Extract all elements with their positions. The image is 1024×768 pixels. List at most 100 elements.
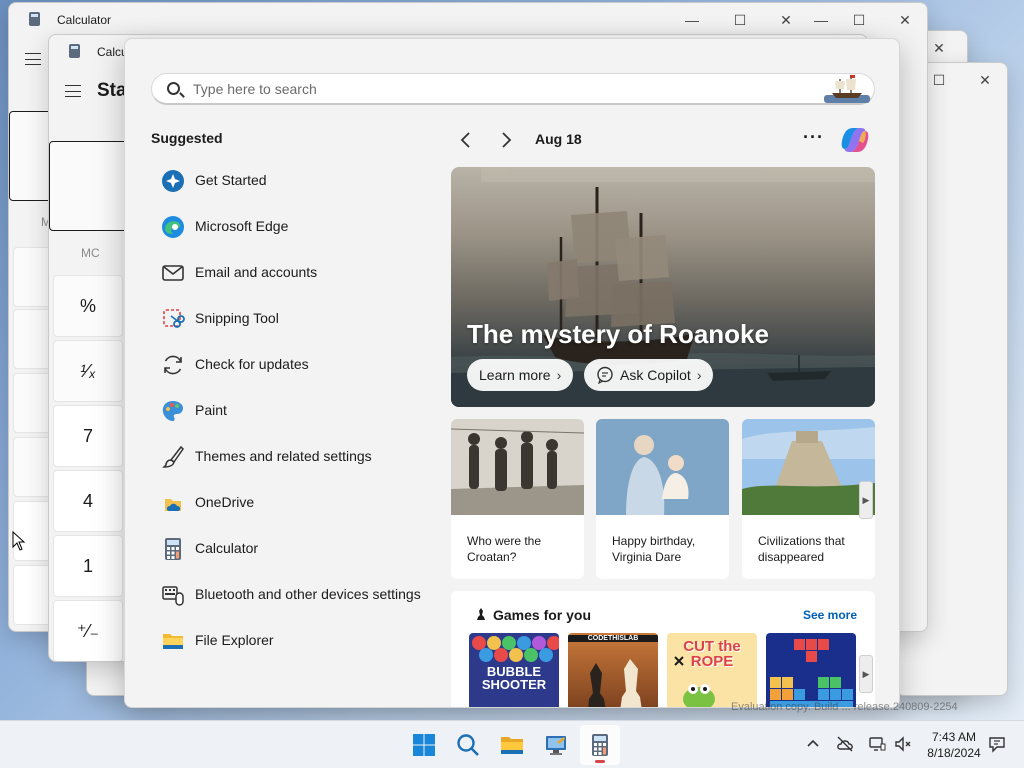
close-icon[interactable]: ✕ (973, 69, 997, 91)
chevron-up-icon[interactable] (804, 735, 822, 753)
app-label: Email and accounts (195, 264, 318, 280)
blocks-icon (770, 639, 853, 707)
story-card[interactable]: Who were the Croatan? (451, 419, 584, 579)
maximize-icon[interactable]: ☐ (728, 9, 752, 31)
next-cards-button[interactable]: ▶ (859, 481, 873, 519)
chevron-right-icon[interactable] (495, 129, 517, 151)
app-label: Get Started (195, 172, 267, 188)
game-tile-chess[interactable]: CODETHISLAB (568, 633, 658, 707)
mouse-cursor-icon (12, 531, 26, 551)
title-bar[interactable]: Calculator — ☐ ✕ — ☐ ✕ (9, 3, 927, 37)
app-bluetooth-devices[interactable]: Bluetooth and other devices settings (151, 571, 441, 617)
network-icon[interactable] (868, 735, 886, 753)
close-icon[interactable]: ✕ (774, 9, 798, 31)
search-icon (457, 734, 479, 756)
minimize-icon[interactable]: — (680, 9, 704, 31)
ship-badge-icon[interactable] (824, 75, 870, 103)
menu-icon[interactable] (65, 85, 81, 97)
story-card[interactable]: Civilizations that disappeared (742, 419, 875, 579)
virginia-dare-image (596, 419, 729, 515)
app-label: Bluetooth and other devices settings (195, 586, 421, 602)
folder-icon (501, 737, 523, 754)
suggested-list: Get Started Microsoft Edge Email and acc… (151, 157, 441, 663)
key-label: 4 (82, 490, 93, 511)
calculator-taskbar-button[interactable] (580, 725, 620, 765)
edge-icon (162, 216, 184, 238)
story-caption: Civilizations that disappeared (758, 534, 845, 564)
frog-character-icon (674, 656, 715, 707)
chevron-right-icon: › (696, 367, 702, 383)
close-icon[interactable]: ✕ (893, 9, 917, 31)
app-paint[interactable]: Paint (151, 387, 441, 433)
app-label: File Explorer (195, 632, 274, 648)
more-options-icon[interactable]: ··· (803, 127, 824, 148)
maximize-icon[interactable]: ☐ (927, 69, 951, 91)
folder-icon (163, 634, 183, 649)
digit-7-key[interactable]: 7 (53, 405, 123, 467)
chess-pieces-icon (588, 659, 642, 707)
app-themes-settings[interactable]: Themes and related settings (151, 433, 441, 479)
memory-clear-button[interactable]: MC (81, 246, 100, 260)
negate-key[interactable]: ⁺⁄₋ (53, 600, 123, 661)
app-onedrive[interactable]: OneDrive (151, 479, 441, 525)
percent-key[interactable]: % (53, 275, 123, 337)
ask-copilot-button[interactable]: Ask Copilot › (584, 359, 714, 391)
close-icon[interactable]: ✕ (927, 37, 951, 59)
app-snipping-tool[interactable]: Snipping Tool (151, 295, 441, 341)
game-tile-blocks[interactable] (766, 633, 856, 707)
cloud-offline-icon[interactable] (836, 735, 854, 753)
app-microsoft-edge[interactable]: Microsoft Edge (151, 203, 441, 249)
menu-icon[interactable] (25, 53, 41, 65)
story-cards: Who were the Croatan? Happy birthday, Vi… (451, 419, 875, 579)
feed-header: Aug 18 ··· (451, 125, 875, 157)
app-check-for-updates[interactable]: Check for updates (151, 341, 441, 387)
app-calculator[interactable]: Calculator (151, 525, 441, 571)
start-button[interactable] (404, 725, 444, 765)
file-explorer-button[interactable] (492, 725, 532, 765)
maximize-icon[interactable]: ☐ (847, 9, 871, 31)
chat-bubble-icon (597, 366, 613, 384)
digit-1-key[interactable]: 1 (53, 535, 123, 597)
start-menu: Suggested Get Started Microsoft Edge Ema… (124, 38, 900, 708)
search-icon (167, 82, 180, 95)
search-button[interactable] (448, 725, 488, 765)
see-more-link[interactable]: See more (803, 608, 857, 622)
search-box[interactable] (151, 73, 875, 105)
engraving-image (451, 419, 584, 515)
mail-icon (162, 265, 184, 281)
app-email-and-accounts[interactable]: Email and accounts (151, 249, 441, 295)
chevron-left-icon[interactable] (455, 129, 477, 151)
story-card[interactable]: Happy birthday, Virginia Dare (596, 419, 729, 579)
minimize-icon[interactable]: — (809, 9, 833, 31)
control-panel-button[interactable] (536, 725, 576, 765)
hero-card[interactable]: The mystery of Roanoke Learn more › Ask … (451, 167, 875, 407)
app-label: Calculator (195, 540, 259, 556)
learn-more-button[interactable]: Learn more › (467, 359, 574, 391)
notification-icon[interactable] (988, 735, 1006, 753)
app-get-started[interactable]: Get Started (151, 157, 441, 203)
snipping-tool-icon (163, 309, 185, 328)
chevron-right-icon: › (556, 367, 562, 383)
active-indicator (595, 760, 605, 763)
app-file-explorer[interactable]: File Explorer (151, 617, 441, 663)
reciprocal-key[interactable]: ¹⁄ₓ (53, 340, 123, 402)
calculator-icon (165, 538, 181, 560)
key-label: ⁺⁄₋ (76, 620, 99, 641)
app-label: Paint (195, 402, 227, 418)
copilot-icon[interactable] (839, 125, 871, 155)
calculator-icon (592, 734, 608, 756)
get-started-icon (162, 170, 184, 192)
window-title: Calculator (57, 13, 112, 27)
story-caption: Who were the Croatan? (467, 534, 542, 564)
mode-title: Sta (97, 80, 127, 101)
volume-muted-icon[interactable] (894, 735, 912, 753)
next-games-button[interactable]: ▶ (859, 655, 873, 693)
suggested-heading: Suggested (151, 130, 223, 146)
onedrive-icon (165, 499, 181, 511)
monitor-icon (546, 736, 566, 755)
system-clock[interactable]: 7:43 AM 8/18/2024 (918, 729, 990, 761)
digit-4-key[interactable]: 4 (53, 470, 123, 532)
game-tile-bubble-shooter[interactable]: BUBBLE SHOOTER (469, 633, 559, 707)
search-input[interactable] (193, 78, 813, 100)
game-tile-cut-the-rope[interactable]: CUT the ROPE (667, 633, 757, 707)
